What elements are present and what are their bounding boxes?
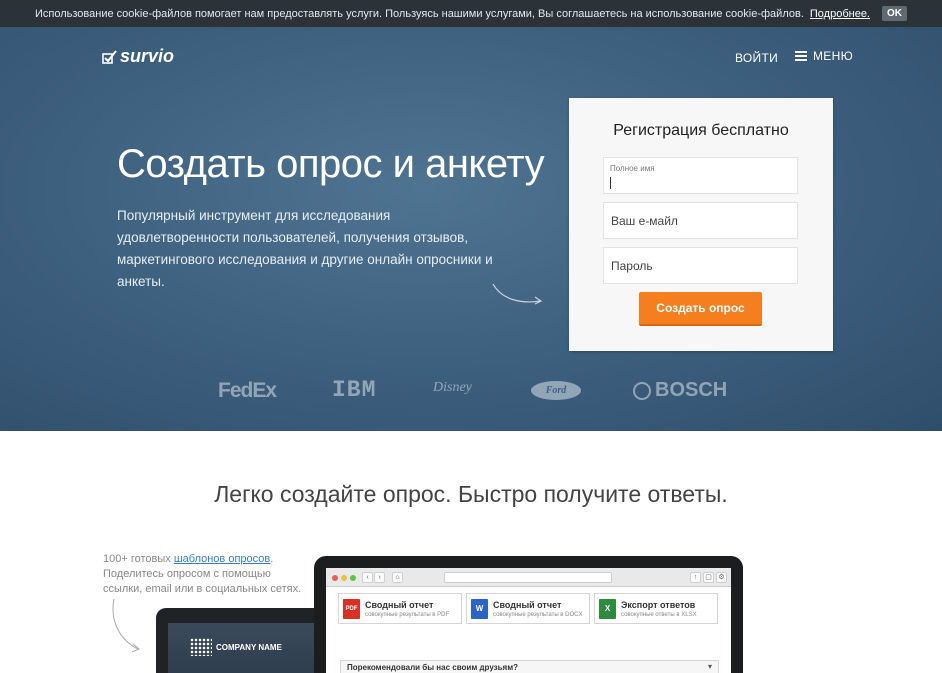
text-caret — [610, 177, 611, 189]
cookie-more-link[interactable]: Подробнее. — [810, 8, 870, 20]
hero-description: Популярный инструмент для исследования у… — [117, 208, 493, 289]
pdf-icon: PDF — [343, 599, 360, 619]
address-bar — [444, 572, 612, 583]
cookie-bar: Использование cookie-файлов помогает нам… — [0, 0, 942, 27]
fullname-field[interactable]: Полное имя — [603, 157, 798, 194]
section-title: Легко создайте опрос. Быстро получите от… — [214, 481, 728, 507]
card-subtitle: совокупные результаты в DOCX — [493, 612, 583, 618]
back-icon: ‹ — [362, 572, 373, 583]
minimize-dot-icon — [341, 575, 347, 581]
menu-label: МЕНЮ — [813, 49, 853, 63]
tabs-icon: ▢ — [703, 572, 714, 583]
bosch-ring-icon — [633, 381, 651, 400]
share-icon: ↑ — [690, 572, 701, 583]
survio-logo[interactable]: survio — [102, 46, 174, 67]
company-name: COMPANY NAME — [216, 643, 282, 652]
fullname-label: Полное имя — [610, 164, 655, 173]
maximize-dot-icon — [350, 575, 356, 581]
feature-line2: Поделитесь опросом с помощью ссылки, ema… — [103, 568, 302, 595]
login-link[interactable]: ВОЙТИ — [735, 51, 778, 65]
cookie-text: Использование cookie-файлов помогает нам… — [34, 7, 804, 20]
cookie-ok-button[interactable]: OK — [882, 6, 907, 21]
card-title: Экспорт ответов — [621, 600, 696, 610]
bosch-logo: BOSCH — [633, 379, 727, 402]
disney-logo: Disney — [433, 380, 472, 395]
home-icon: ⌂ — [392, 572, 403, 583]
card-title: Сводный отчет — [365, 600, 434, 610]
feature-suffix: . — [270, 553, 274, 565]
checkmark-icon — [102, 49, 117, 64]
hero-title: Создать опрос и анкету — [117, 142, 545, 186]
email-field[interactable]: Ваш e-майл — [603, 202, 798, 239]
logo-text: survio — [120, 46, 175, 66]
excel-icon: X — [599, 599, 616, 619]
feature-prefix: 100+ готовых — [103, 553, 174, 565]
browser-window: ‹ › ⌂ ↑ ▢ ⚙ PDF Сводный отчет совокупные… — [326, 568, 731, 673]
password-placeholder: Пароль — [611, 259, 653, 273]
feature-text: 100+ готовых шаблонов опросов. Поделитес… — [103, 552, 313, 597]
card-title: Сводный отчет — [493, 600, 562, 610]
ibm-logo: IBM — [332, 377, 377, 403]
signup-form: Регистрация бесплатно Полное имя Ваш e-м… — [569, 98, 833, 351]
word-icon: W — [471, 599, 488, 619]
question-dropdown: Порекомендовали бы нас своим друзьям? ▾ — [340, 660, 719, 673]
report-card-pdf: PDF Сводный отчет совокупные результаты … — [338, 593, 462, 624]
curved-arrow-down-icon — [112, 598, 140, 653]
ford-logo: Ford — [531, 381, 581, 400]
create-survey-button[interactable]: Создать опрос — [639, 292, 762, 326]
templates-link[interactable]: шаблонов опросов — [174, 553, 270, 565]
report-card-docx: W Сводный отчет совокупные результаты в … — [466, 593, 590, 624]
close-dot-icon — [332, 575, 338, 581]
hero-section: survio ВОЙТИ МЕНЮ Создать опрос и анкету… — [0, 27, 942, 431]
forward-icon: › — [374, 572, 385, 583]
card-subtitle: совокупные результаты в PDF — [365, 612, 450, 618]
card-subtitle: совокупные ответы в XLSX — [621, 612, 697, 618]
menu-button[interactable]: МЕНЮ — [795, 49, 853, 63]
bosch-text: BOSCH — [655, 379, 728, 401]
browser-toolbar: ‹ › ⌂ ↑ ▢ ⚙ — [326, 568, 731, 587]
signup-title: Регистрация бесплатно — [613, 122, 789, 139]
fedex-logo: FedEx — [218, 379, 277, 402]
report-card-xlsx: X Экспорт ответов совокупные ответы в XL… — [594, 593, 718, 624]
settings-icon: ⚙ — [716, 572, 727, 583]
question-text: Порекомендовали бы нас своим друзьям? — [347, 663, 519, 672]
tablet-mockup: COMPANY NAME — [156, 608, 338, 673]
dots-logo-icon — [190, 638, 212, 656]
dropdown-arrow-icon: ▾ — [707, 662, 712, 671]
laptop-mockup: ‹ › ⌂ ↑ ▢ ⚙ PDF Сводный отчет совокупные… — [314, 556, 743, 673]
hamburger-icon — [795, 51, 807, 61]
email-placeholder: Ваш e-майл — [611, 214, 678, 228]
password-field[interactable]: Пароль — [603, 247, 798, 284]
curved-arrow-icon — [492, 283, 543, 305]
